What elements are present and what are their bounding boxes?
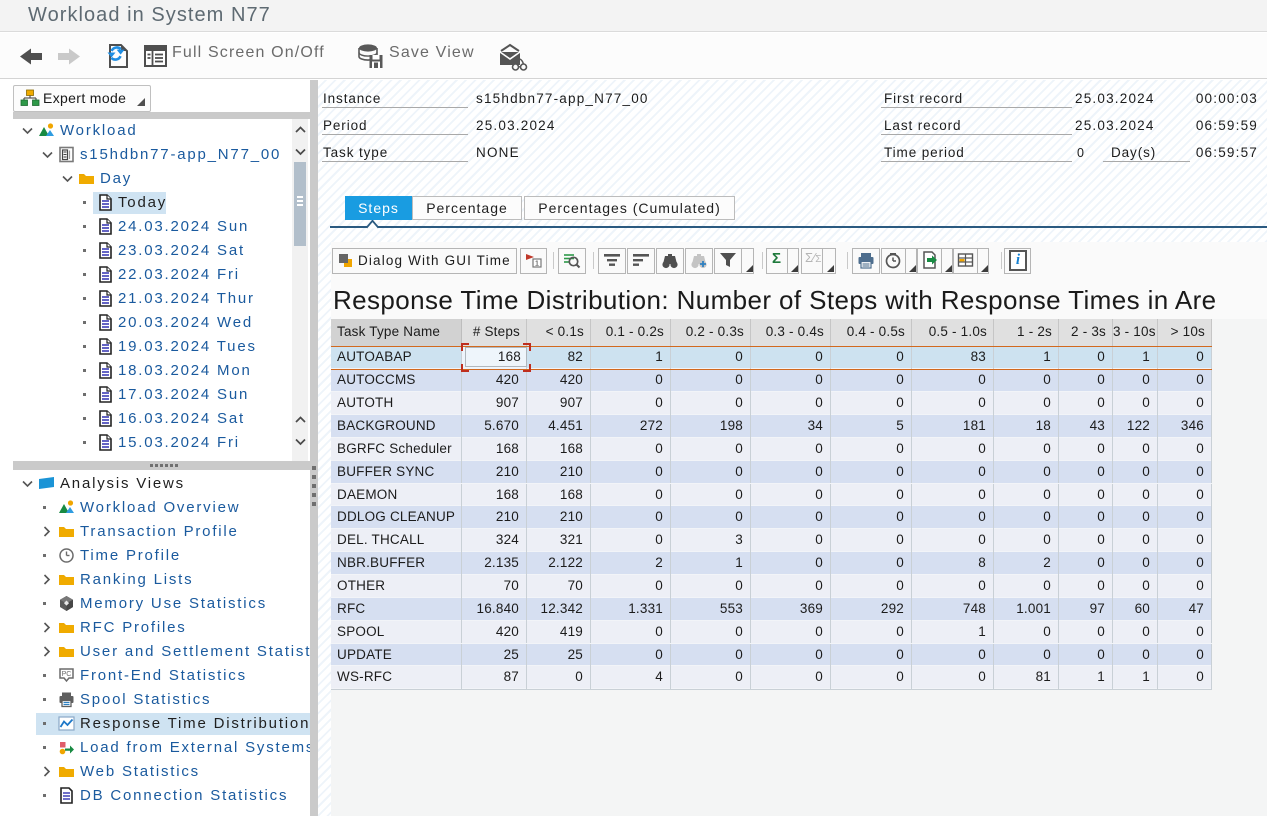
svg-text:PC: PC <box>62 671 72 678</box>
svg-text:1: 1 <box>535 259 539 268</box>
